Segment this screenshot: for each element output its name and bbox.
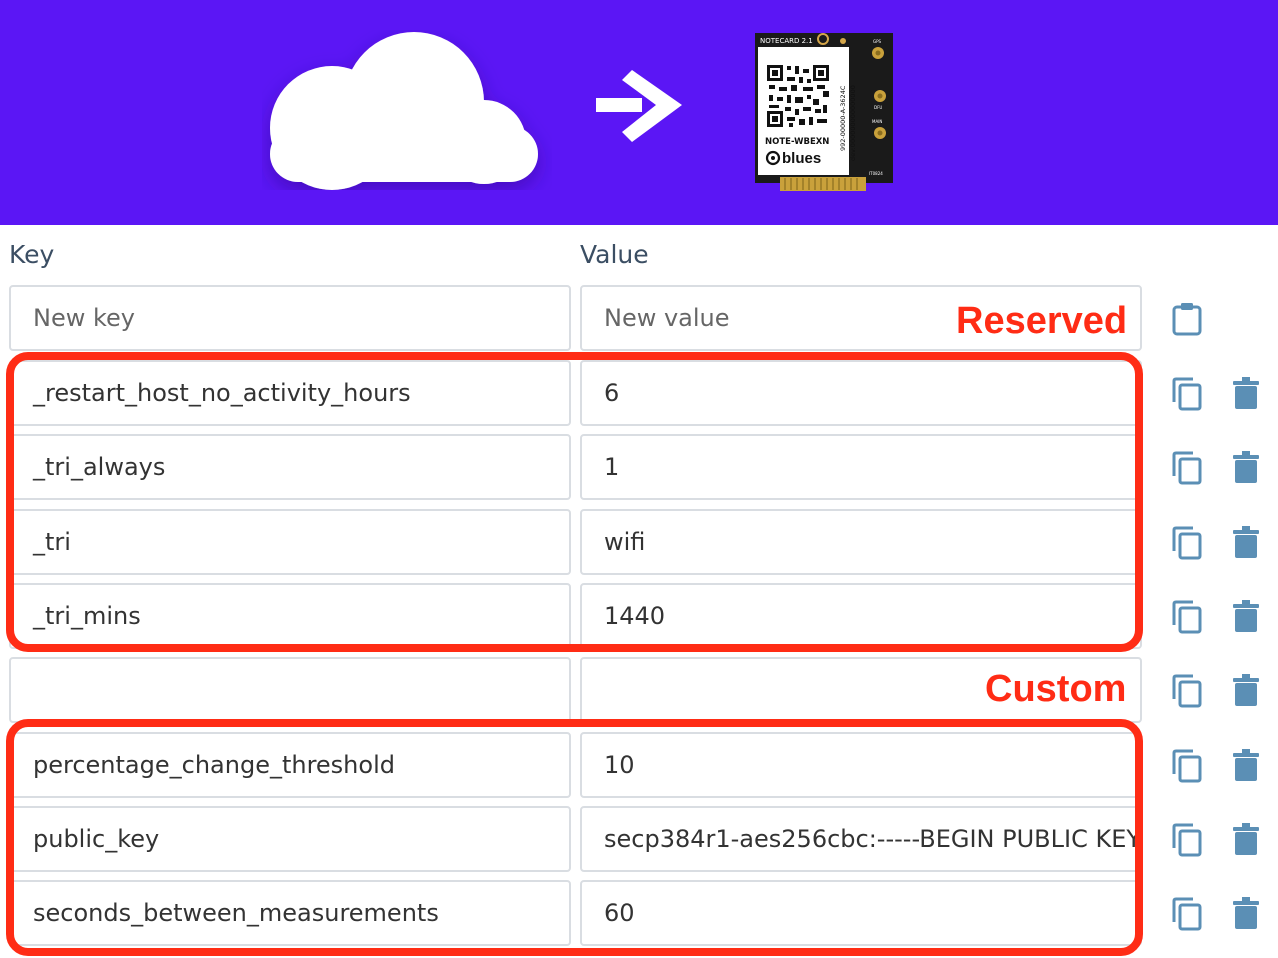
notecard-image: NOTECARD 2.1 NOTE-WBEXN blues 992-00000-… bbox=[755, 33, 893, 191]
copy-icon[interactable] bbox=[1171, 377, 1203, 411]
svg-text:NOTE-WBEXN: NOTE-WBEXN bbox=[765, 137, 829, 147]
key-field[interactable]: _restart_host_no_activity_hours bbox=[9, 360, 571, 426]
key-field[interactable]: public_key bbox=[9, 806, 571, 872]
value-field[interactable]: 6 bbox=[580, 360, 1142, 426]
reserved-label: Reserved bbox=[956, 300, 1128, 342]
copy-icon[interactable] bbox=[1171, 451, 1203, 485]
copy-icon[interactable] bbox=[1171, 526, 1203, 560]
new-key-input[interactable]: New key bbox=[9, 285, 571, 351]
svg-text:dev:000000000000000: dev:000000000000000 bbox=[849, 85, 857, 161]
trash-icon[interactable] bbox=[1230, 674, 1262, 708]
value-column-header: Value bbox=[580, 240, 649, 269]
key-field[interactable]: _tri_always bbox=[9, 434, 571, 500]
svg-text:NOTECARD 2.1: NOTECARD 2.1 bbox=[760, 37, 813, 45]
copy-icon[interactable] bbox=[1171, 600, 1203, 634]
value-field[interactable]: 1440 bbox=[580, 583, 1142, 649]
custom-label: Custom bbox=[985, 668, 1127, 710]
copy-icon[interactable] bbox=[1171, 749, 1203, 783]
trash-icon[interactable] bbox=[1230, 377, 1262, 411]
clipboard-icon[interactable] bbox=[1171, 302, 1203, 336]
trash-icon[interactable] bbox=[1230, 600, 1262, 634]
header-banner: NOTECARD 2.1 NOTE-WBEXN blues 992-00000-… bbox=[0, 0, 1278, 225]
cloud-icon bbox=[270, 32, 538, 190]
value-field[interactable]: 60 bbox=[580, 880, 1142, 946]
svg-text:992-00000-A-3624C: 992-00000-A-3624C bbox=[839, 85, 847, 151]
trash-icon[interactable] bbox=[1230, 451, 1262, 485]
svg-text:GPS: GPS bbox=[873, 39, 882, 44]
key-field[interactable]: percentage_change_threshold bbox=[9, 732, 571, 798]
value-field[interactable]: secp384r1-aes256cbc:-----BEGIN PUBLIC KE… bbox=[580, 806, 1142, 872]
key-field[interactable]: seconds_between_measurements bbox=[9, 880, 571, 946]
svg-text:MAIN: MAIN bbox=[872, 119, 882, 124]
copy-icon[interactable] bbox=[1171, 897, 1203, 931]
value-field[interactable]: wifi bbox=[580, 509, 1142, 575]
trash-icon[interactable] bbox=[1230, 897, 1262, 931]
key-field[interactable] bbox=[9, 657, 571, 723]
trash-icon[interactable] bbox=[1230, 749, 1262, 783]
svg-text:IT0824: IT0824 bbox=[869, 171, 883, 176]
copy-icon[interactable] bbox=[1171, 674, 1203, 708]
trash-icon[interactable] bbox=[1230, 823, 1262, 857]
key-field[interactable]: _tri bbox=[9, 509, 571, 575]
value-field[interactable]: 10 bbox=[580, 732, 1142, 798]
arrow-right-icon bbox=[596, 70, 682, 142]
svg-text:blues: blues bbox=[782, 150, 821, 167]
key-column-header: Key bbox=[9, 240, 55, 269]
value-field[interactable]: 1 bbox=[580, 434, 1142, 500]
key-field[interactable]: _tri_mins bbox=[9, 583, 571, 649]
svg-text:DFU: DFU bbox=[874, 105, 882, 110]
trash-icon[interactable] bbox=[1230, 526, 1262, 560]
copy-icon[interactable] bbox=[1171, 823, 1203, 857]
